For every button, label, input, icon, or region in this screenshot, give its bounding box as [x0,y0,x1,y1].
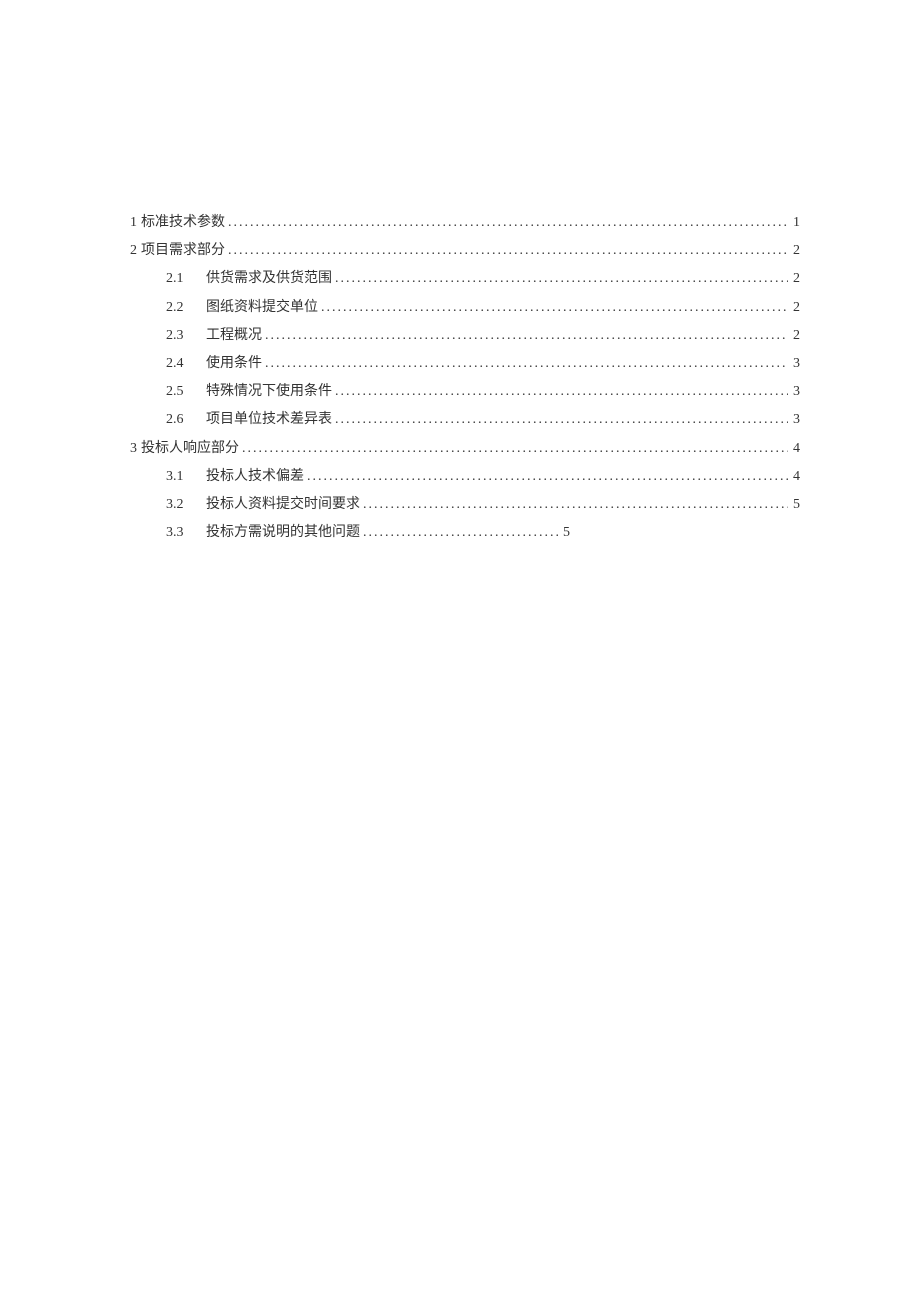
toc-title: 投标人响应部分 [141,436,239,461]
toc-dots [335,379,788,404]
toc-page: 2 [791,238,800,263]
toc-entry: 3.1 投标人技术偏差 4 [130,464,800,489]
toc-page: 3 [791,351,800,376]
toc-page: 3 [791,379,800,404]
toc-number: 3 [130,436,137,461]
table-of-contents: 1 标准技术参数 1 2 项目需求部分 2 2.1 供货需求及供货范围 2 2.… [130,210,800,545]
toc-number: 2.5 [166,379,188,404]
toc-number: 3.1 [166,464,188,489]
toc-entry: 3.2 投标人资料提交时间要求 5 [130,492,800,517]
toc-entry: 2.1 供货需求及供货范围 2 [130,266,800,291]
toc-dots [335,266,788,291]
toc-entry: 1 标准技术参数 1 [130,210,800,235]
toc-number: 2.2 [166,295,188,320]
toc-title: 项目单位技术差异表 [206,407,332,432]
toc-dots [363,492,788,517]
toc-title: 工程概况 [206,323,262,348]
toc-number: 2 [130,238,137,263]
toc-title: 标准技术参数 [141,210,225,235]
toc-page: 3 [791,407,800,432]
toc-entry: 2.3 工程概况 2 [130,323,800,348]
toc-number: 2.4 [166,351,188,376]
toc-dots [335,407,788,432]
toc-page: 4 [791,464,800,489]
toc-title: 使用条件 [206,351,262,376]
toc-entry: 2 项目需求部分 2 [130,238,800,263]
toc-entry: 2.4 使用条件 3 [130,351,800,376]
toc-title: 供货需求及供货范围 [206,266,332,291]
toc-entry: 3.3 投标方需说明的其他问题 5 [130,520,800,545]
toc-entry: 2.5 特殊情况下使用条件 3 [130,379,800,404]
toc-title: 投标人资料提交时间要求 [206,492,360,517]
toc-dots [307,464,788,489]
toc-number: 1 [130,210,137,235]
toc-number: 2.6 [166,407,188,432]
toc-title: 投标人技术偏差 [206,464,304,489]
toc-dots [242,436,788,461]
toc-page: 1 [791,210,800,235]
toc-number: 2.3 [166,323,188,348]
toc-page: 2 [791,295,800,320]
toc-number: 3.2 [166,492,188,517]
toc-dots [363,520,558,545]
toc-entry: 2.6 项目单位技术差异表 3 [130,407,800,432]
toc-number: 3.3 [166,520,188,545]
toc-dots [265,323,788,348]
toc-entry: 3 投标人响应部分 4 [130,436,800,461]
toc-page: 4 [791,436,800,461]
toc-page: 2 [791,266,800,291]
toc-entry: 2.2 图纸资料提交单位 2 [130,295,800,320]
toc-dots [228,238,788,263]
toc-page: 2 [791,323,800,348]
toc-title: 特殊情况下使用条件 [206,379,332,404]
toc-title: 图纸资料提交单位 [206,295,318,320]
toc-dots [321,295,788,320]
toc-dots [265,351,788,376]
toc-page: 5 [561,520,570,545]
toc-title: 投标方需说明的其他问题 [206,520,360,545]
toc-dots [228,210,788,235]
toc-number: 2.1 [166,266,188,291]
toc-page: 5 [791,492,800,517]
toc-title: 项目需求部分 [141,238,225,263]
